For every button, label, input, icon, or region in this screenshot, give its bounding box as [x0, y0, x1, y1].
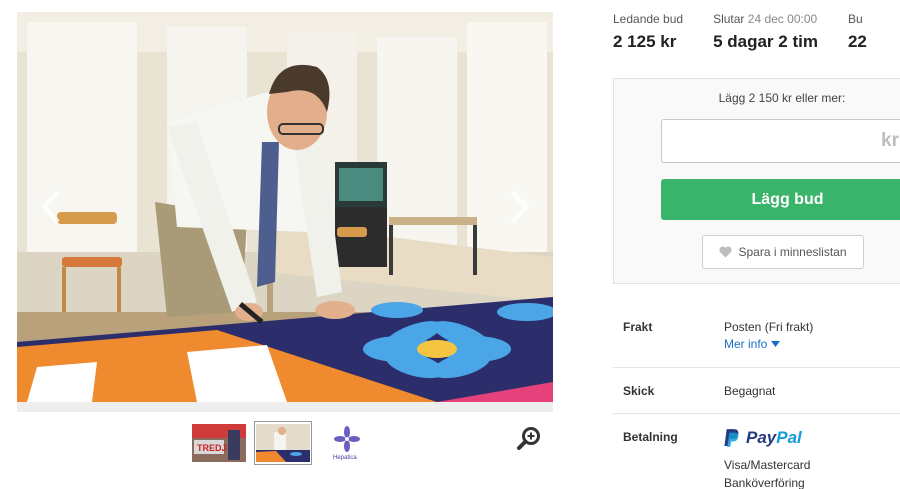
stat-label-text: Slutar	[713, 12, 745, 26]
chevron-right-icon	[510, 190, 530, 224]
image-gallery	[17, 12, 553, 412]
time-left-value: 5 dagar 2 tim	[713, 32, 818, 51]
payment-method-card: Visa/Mastercard	[724, 458, 811, 472]
caret-down-icon	[771, 341, 781, 347]
previous-image-button[interactable]	[31, 182, 71, 232]
bid-panel: Lägg 2 150 kr eller mer: Lägg bud Spara …	[613, 78, 900, 284]
stat-bids: Bu 22	[848, 12, 867, 52]
payment-method-bank: Banköverföring	[724, 476, 805, 489]
stat-ends: Slutar 24 dec 00:00 5 dagar 2 tim	[713, 12, 818, 52]
bid-amount-input[interactable]	[661, 119, 900, 163]
shipping-value-block: Posten (Fri frakt) Mer info	[724, 320, 813, 367]
info-row-shipping: Frakt Posten (Fri frakt) Mer info	[613, 304, 900, 368]
stat-label: Slutar 24 dec 00:00	[713, 12, 818, 26]
payment-value-block: PayPal Visa/Mastercard Banköverföring	[724, 428, 811, 489]
stat-label: Bu	[848, 12, 867, 26]
leading-bid-value: 2 125 kr	[613, 32, 677, 51]
stat-label-text: Ledande bud	[613, 12, 684, 26]
auction-stats: Ledande bud 2 125 kr Slutar 24 dec 00:00…	[613, 12, 897, 52]
paypal-wordmark: PayPal	[746, 428, 802, 448]
paypal-pay-text: Pay	[746, 428, 777, 447]
thumbnail-banner-text: TREDJ	[197, 443, 227, 453]
stat-leading-bid: Ledande bud 2 125 kr	[613, 12, 683, 52]
thumbnail-hepatica-image: Hepatica	[320, 424, 374, 462]
info-row-payment: Betalning PayPal Visa/Mastercard Banköve…	[613, 414, 900, 489]
shipping-value: Posten (Fri frakt)	[724, 320, 814, 334]
thumbnail-signing-photo[interactable]	[254, 421, 312, 465]
thumbnail-hepatica-logo[interactable]: Hepatica	[318, 421, 376, 465]
condition-label: Skick	[623, 384, 655, 398]
main-photo-illustration	[17, 12, 553, 402]
wishlist-label: Spara i minneslistan	[738, 245, 847, 259]
thumbnail-hepatica-text: Hepatica	[333, 455, 357, 461]
paypal-icon	[724, 429, 739, 447]
item-info-table: Frakt Posten (Fri frakt) Mer info Skick …	[613, 304, 900, 489]
thumbnail-banner-photo[interactable]: TREDJ	[190, 421, 248, 465]
main-photo[interactable]	[17, 12, 553, 402]
bid-count-value: 22	[847, 32, 867, 51]
stat-label: Ledande bud	[613, 12, 683, 26]
place-bid-button[interactable]: Lägg bud	[661, 179, 900, 220]
paypal-logo: PayPal	[724, 428, 810, 448]
end-date: 24 dec 00:00	[747, 12, 818, 26]
thumbnail-banner-image: TREDJ	[192, 424, 246, 462]
thumbnail-strip: TREDJ Hepatica	[190, 421, 376, 465]
heart-icon	[719, 246, 733, 258]
more-info-label: Mer info	[724, 337, 768, 351]
zoom-button[interactable]	[516, 426, 542, 452]
more-info-link[interactable]: Mer info	[724, 337, 781, 351]
info-row-condition: Skick Begagnat	[613, 368, 900, 414]
next-image-button[interactable]	[499, 182, 539, 232]
chevron-left-icon	[40, 190, 60, 224]
payment-label: Betalning	[623, 430, 678, 444]
bid-hint: Lägg 2 150 kr eller mer:	[718, 91, 846, 105]
paypal-pal-text: Pal	[776, 428, 802, 447]
shipping-label: Frakt	[623, 320, 653, 334]
save-to-wishlist-button[interactable]: Spara i minneslistan	[702, 235, 864, 269]
thumbnail-signing-image	[256, 424, 310, 462]
stat-label-text: Bu	[847, 12, 863, 26]
condition-value: Begagnat	[724, 384, 776, 398]
zoom-in-icon	[517, 427, 540, 450]
auction-page: TREDJ Hepatica Ledande bud 2 125 kr Slut…	[0, 0, 900, 489]
